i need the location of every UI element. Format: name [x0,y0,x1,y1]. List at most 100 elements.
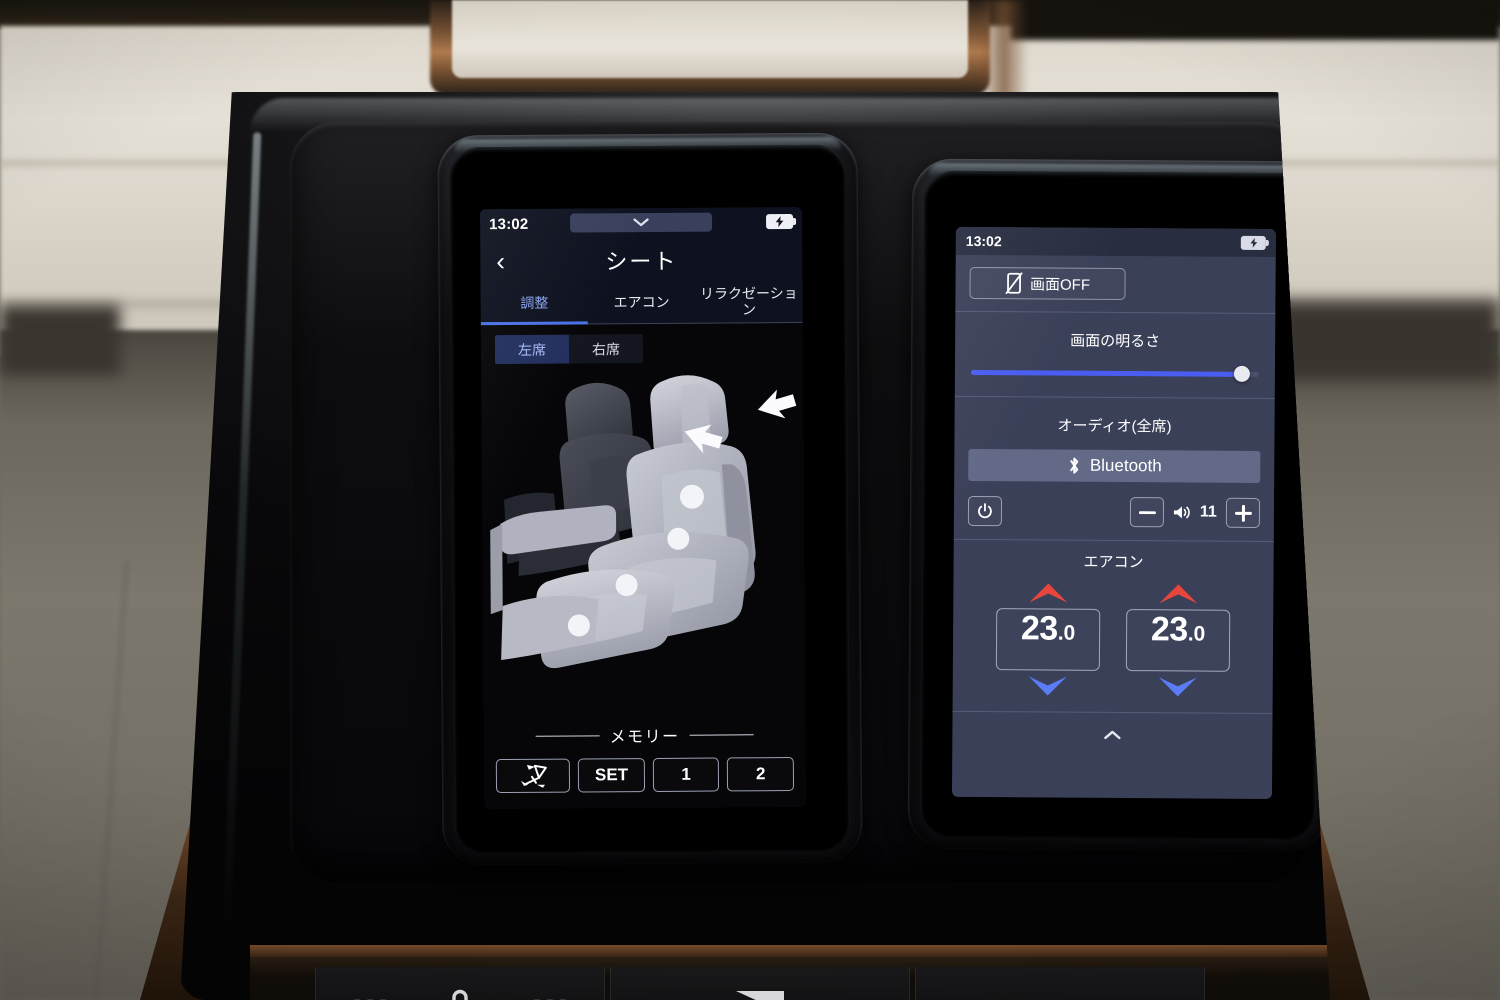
charging-bolt-icon [775,216,784,228]
door-lock-button[interactable] [315,967,605,1000]
volume-row: 11 [967,495,1261,529]
climate-zone-row: 23 .0 23 .0 [967,579,1260,701]
temp-display-left[interactable]: 23 .0 [995,608,1101,671]
recline-arrow-upper [757,389,797,419]
floor-shadow-left [0,305,120,375]
expand-panel-handle[interactable] [952,712,1272,758]
memory-rule-right [689,733,754,736]
memory-seat-position-button[interactable] [495,758,571,794]
audio-section: オーディオ(全席) Bluetooth 11 [953,396,1275,543]
temp-up-arrow-icon[interactable] [1026,579,1070,605]
volume-up-button[interactable] [1225,497,1261,528]
rear-center-console: 13:02 ‹ シート 調整 エアコン リラクゼーション 左席 右席 メモリー … [140,92,1370,1000]
temp-integer-right: 23 [1150,610,1188,649]
speaker-icon [1173,506,1190,519]
temp-decimal-left: .0 [1057,621,1076,645]
right-display-unit: 13:02 画面OFF 画面の明るさ オーディオ(全席) Bluetooth 1… [907,158,1330,852]
memory-set-button[interactable]: SET [578,758,645,793]
right-battery-icon [1240,235,1266,251]
door-lock-icon [452,989,468,1000]
brightness-slider[interactable] [970,364,1259,382]
volume-down-button[interactable] [1129,497,1165,528]
sunshade-icon [736,991,784,1000]
left-clock: 13:02 [489,215,529,233]
console-gloss-body: 13:02 ‹ シート 調整 エアコン リラクゼーション 左席 右席 メモリー … [180,92,1330,1000]
display-settings-section: 画面OFF [955,254,1276,315]
screen-off-label: 画面OFF [1029,275,1091,294]
tab-relaxation[interactable]: リラクゼーション [695,281,803,323]
memory-button-row: SET 1 2 [484,757,806,794]
settings-screen[interactable]: 13:02 画面OFF 画面の明るさ オーディオ(全席) Bluetooth 1… [951,226,1276,800]
screen-drag-handle[interactable] [570,212,713,233]
auxiliary-button[interactable] [915,967,1205,1000]
deck-trim-strip [250,945,1330,957]
seat-headrest-face [452,0,968,78]
seat-side-selector: 左席 右席 [494,334,644,365]
seat-position-memory-icon [521,764,548,788]
audio-source-label: Bluetooth [1089,455,1162,476]
temp-down-arrow-icon[interactable] [1026,673,1070,699]
temp-up-arrow-icon[interactable] [1156,580,1200,606]
upper-dark-band [1010,0,1500,40]
seat-side-right[interactable]: 右席 [569,334,643,364]
seat-illustration-area[interactable] [481,368,805,670]
back-chevron-icon[interactable]: ‹ [496,246,505,276]
temp-display-right[interactable]: 23 .0 [1125,609,1231,672]
left-battery-icon [766,213,794,230]
climate-section: エアコン 23 .0 23 .0 [952,539,1274,715]
temp-integer-left: 23 [1020,609,1058,648]
console-edge-highlight-right [1324,132,1330,932]
left-status-bar: 13:02 [479,206,803,240]
adjust-point-legrest [567,614,590,637]
audio-heading: オーディオ(全席) [1057,417,1172,436]
right-clock: 13:02 [965,232,1002,250]
chevron-up-icon [1104,730,1121,740]
right-status-bar: 13:02 [955,226,1276,258]
memory-preset-1-button[interactable]: 1 [652,757,720,792]
plus-icon [1234,504,1252,522]
left-display-bezel: 13:02 ‹ シート 調整 エアコン リラクゼーション 左席 右席 メモリー … [449,144,851,854]
slider-thumb[interactable] [1233,365,1250,382]
slider-fill [970,369,1242,377]
tab-aircon[interactable]: エアコン [588,282,696,324]
volume-controls: 11 [1129,497,1261,528]
temp-decimal-right: .0 [1187,622,1206,646]
audio-power-button[interactable] [967,495,1003,527]
memory-title: メモリー [609,728,680,747]
audio-source-button[interactable]: Bluetooth [968,448,1261,483]
brightness-label: 画面の明るさ [1070,332,1161,351]
physical-button-deck [250,945,1330,1000]
power-icon [978,503,992,519]
tab-active-indicator [480,321,589,326]
display-recess: 13:02 ‹ シート 調整 エアコン リラクゼーション 左席 右席 メモリー … [290,122,1330,882]
reclining-seat-illustration [490,375,797,669]
adjust-point-backrest-lower [667,527,690,550]
memory-rule-left [535,734,600,737]
climate-zone-left: 23 .0 [995,579,1101,700]
left-title-bar: ‹ シート [480,236,803,284]
seat-tab-bar: 調整 エアコン リラクゼーション [480,280,803,326]
tab-adjust[interactable]: 調整 [480,282,588,324]
minus-icon [1138,510,1156,514]
right-display-bezel: 13:02 画面OFF 画面の明るさ オーディオ(全席) Bluetooth 1… [919,170,1321,840]
seat-side-left[interactable]: 左席 [494,334,570,365]
sunshade-button[interactable] [610,967,910,1000]
charging-bolt-icon [1249,238,1257,248]
adjust-point-backrest-upper [679,484,704,509]
console-edge-highlight-left [222,132,262,932]
climate-heading: エアコン [1083,553,1144,572]
screen-off-button[interactable]: 画面OFF [969,266,1126,301]
climate-zone-right: 23 .0 [1125,580,1231,701]
chevron-down-icon [633,218,649,227]
bluetooth-icon [1069,457,1078,474]
temp-down-arrow-icon[interactable] [1156,674,1200,700]
memory-section: メモリー SET 1 2 [484,722,806,794]
volume-value: 11 [1199,503,1217,521]
seat-control-screen[interactable]: 13:02 ‹ シート 調整 エアコン リラクゼーション 左席 右席 メモリー … [479,206,807,810]
memory-preset-2-button[interactable]: 2 [727,757,795,792]
page-title: シート [605,248,678,275]
brightness-section: 画面の明るさ [954,311,1276,400]
left-display-unit: 13:02 ‹ シート 調整 エアコン リラクゼーション 左席 右席 メモリー … [437,132,863,866]
memory-header: メモリー [484,722,806,748]
screen-off-icon [1005,272,1023,295]
